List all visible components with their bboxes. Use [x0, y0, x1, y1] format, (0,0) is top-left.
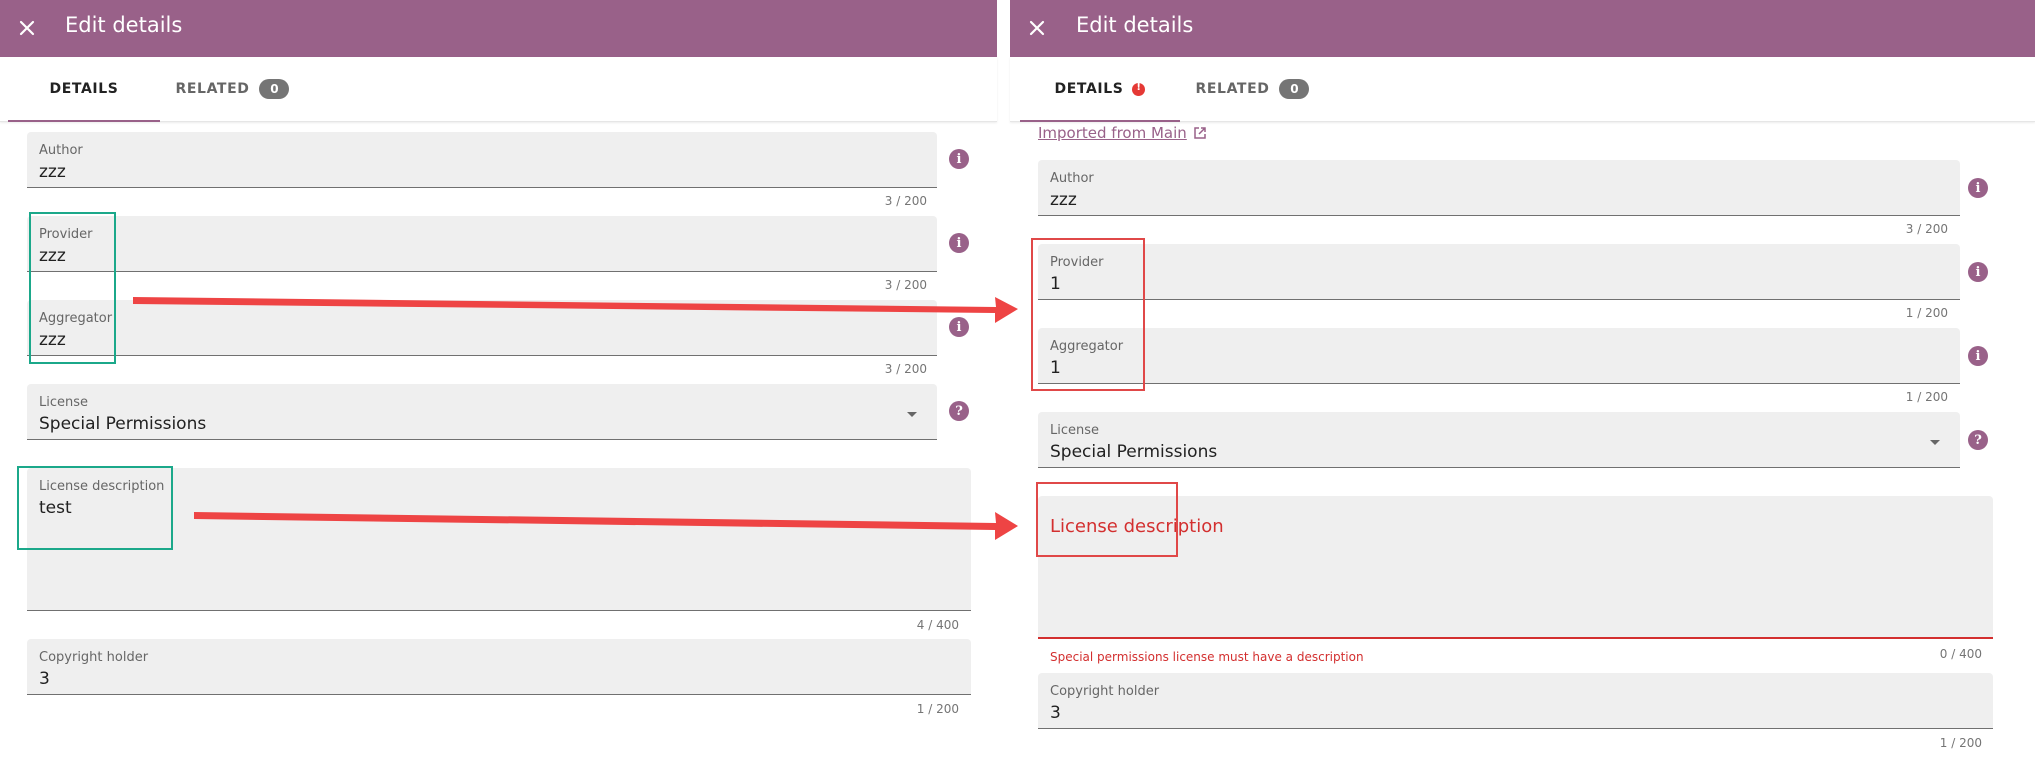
license-description-label: License description — [39, 479, 165, 494]
license-description-value[interactable]: test — [39, 498, 72, 518]
tab-related[interactable]: RELATED 0 — [170, 57, 295, 121]
copyright-holder-field[interactable]: Copyright holder 3 — [27, 639, 971, 695]
author-value[interactable]: zzz — [39, 162, 66, 182]
active-tab-indicator — [1020, 120, 1180, 122]
imported-from-link[interactable]: Imported from Main — [1038, 124, 1207, 142]
tab-details[interactable]: DETAILS — [8, 57, 160, 122]
author-value[interactable]: zzz — [1050, 190, 1077, 210]
info-icon[interactable]: i — [1968, 262, 1988, 282]
license-select[interactable]: License Special Permissions — [27, 384, 937, 440]
copyright-holder-value[interactable]: 3 — [39, 669, 50, 689]
copyright-holder-value[interactable]: 3 — [1050, 703, 1061, 723]
author-label: Author — [1050, 171, 1094, 186]
close-button[interactable] — [1020, 11, 1054, 45]
tab-related-label: RELATED — [1195, 81, 1270, 97]
chevron-down-icon — [907, 412, 917, 417]
author-field[interactable]: Author zzz — [1038, 160, 1960, 216]
author-label: Author — [39, 143, 83, 158]
left-panel: Edit details DETAILS RELATED 0 Author zz… — [0, 0, 997, 766]
license-description-counter: 4 / 400 — [916, 618, 959, 632]
aggregator-counter: 3 / 200 — [884, 362, 927, 376]
chevron-down-icon — [1930, 440, 1940, 445]
aggregator-value[interactable]: 1 — [1050, 358, 1061, 378]
license-description-counter: 0 / 400 — [1939, 647, 1982, 661]
provider-value[interactable]: 1 — [1050, 274, 1061, 294]
author-counter: 3 / 200 — [1905, 222, 1948, 236]
copyright-holder-counter: 1 / 200 — [1939, 736, 1982, 750]
copyright-holder-field[interactable]: Copyright holder 3 — [1038, 673, 1993, 729]
tab-details-label: DETAILS — [49, 81, 119, 97]
license-description-field[interactable]: License description test — [27, 468, 971, 611]
provider-value[interactable]: zzz — [39, 246, 66, 266]
external-link-icon — [1194, 127, 1206, 139]
provider-field[interactable]: Provider zzz — [27, 216, 937, 272]
app-bar: Edit details — [0, 0, 997, 57]
provider-counter: 3 / 200 — [884, 278, 927, 292]
provider-field[interactable]: Provider 1 — [1038, 244, 1960, 300]
author-counter: 3 / 200 — [884, 194, 927, 208]
tab-details[interactable]: DETAILS — [1020, 57, 1180, 122]
license-select[interactable]: License Special Permissions — [1038, 412, 1960, 468]
copyright-holder-counter: 1 / 200 — [916, 702, 959, 716]
license-label: License — [1050, 423, 1100, 438]
provider-counter: 1 / 200 — [1905, 306, 1948, 320]
dialog-title: Edit details — [65, 13, 183, 37]
aggregator-field[interactable]: Aggregator zzz — [27, 300, 937, 356]
error-icon — [1132, 82, 1146, 96]
license-value: Special Permissions — [39, 414, 207, 434]
info-icon[interactable]: i — [949, 317, 969, 337]
tab-related[interactable]: RELATED 0 — [1190, 57, 1315, 121]
right-panel: Edit details DETAILS RELATED 0 Imported … — [1010, 0, 2035, 766]
related-count-badge: 0 — [1279, 79, 1310, 99]
help-icon[interactable]: ? — [949, 401, 969, 421]
aggregator-label: Aggregator — [1050, 339, 1124, 354]
copyright-holder-label: Copyright holder — [39, 650, 149, 665]
tab-bar: DETAILS RELATED 0 — [0, 57, 997, 122]
info-icon[interactable]: i — [949, 149, 969, 169]
aggregator-value[interactable]: zzz — [39, 330, 66, 350]
dialog-title: Edit details — [1076, 13, 1194, 37]
related-count-badge: 0 — [259, 79, 290, 99]
aggregator-label: Aggregator — [39, 311, 113, 326]
help-icon[interactable]: ? — [1968, 430, 1988, 450]
license-value: Special Permissions — [1050, 442, 1218, 462]
copyright-holder-label: Copyright holder — [1050, 684, 1160, 699]
aggregator-counter: 1 / 200 — [1905, 390, 1948, 404]
close-icon — [19, 20, 35, 36]
provider-label: Provider — [39, 227, 93, 242]
license-label: License — [39, 395, 89, 410]
license-description-error: Special permissions license must have a … — [1050, 650, 1364, 664]
info-icon[interactable]: i — [949, 233, 969, 253]
aggregator-field[interactable]: Aggregator 1 — [1038, 328, 1960, 384]
tab-details-label: DETAILS — [1054, 81, 1124, 97]
close-icon — [1029, 20, 1045, 36]
author-field[interactable]: Author zzz — [27, 132, 937, 188]
provider-label: Provider — [1050, 255, 1104, 270]
tab-related-label: RELATED — [175, 81, 250, 97]
license-description-field[interactable]: License description — [1038, 496, 1993, 639]
tab-bar: DETAILS RELATED 0 — [1010, 57, 2035, 122]
close-button[interactable] — [10, 11, 44, 45]
license-description-label: License description — [1050, 516, 1224, 537]
imported-from-label: Imported from Main — [1038, 124, 1187, 142]
app-bar: Edit details — [1010, 0, 2035, 57]
active-tab-indicator — [8, 120, 160, 122]
info-icon[interactable]: i — [1968, 178, 1988, 198]
info-icon[interactable]: i — [1968, 346, 1988, 366]
